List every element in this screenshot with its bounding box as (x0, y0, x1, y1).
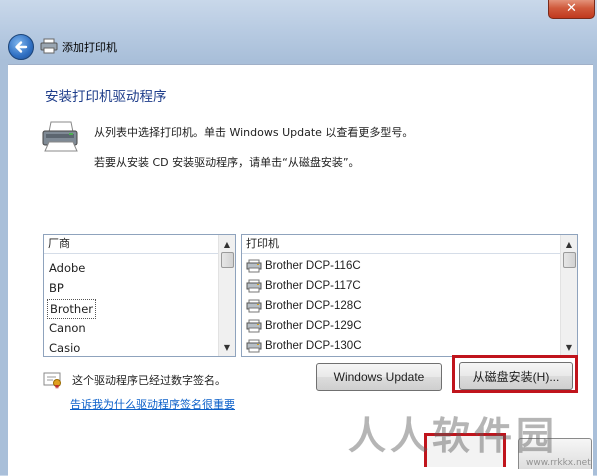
list-item[interactable]: Canon (49, 319, 86, 337)
watermark-url: www.rrkkx.net (526, 458, 591, 468)
list-item-label: Brother DCP-129C (265, 320, 362, 332)
printer-scrollbar[interactable]: ▲ ▼ (560, 235, 577, 356)
printer-icon (42, 121, 78, 152)
scroll-thumb[interactable] (563, 252, 576, 268)
list-item-label: Brother DCP-116C (265, 260, 361, 272)
printer-icon (246, 299, 262, 313)
wizard-page: 安装打印机驱动程序 从列表中选择打印机。单击 Windows Update 以查… (8, 64, 593, 476)
printer-icon (246, 319, 262, 333)
printer-icon (246, 259, 262, 273)
driver-signed-text: 这个驱动程序已经过数字签名。 (72, 374, 226, 387)
printer-list[interactable]: 打印机 Brother DCP-116C Brother DCP-117C Br… (241, 234, 578, 357)
scroll-up-icon[interactable]: ▲ (561, 236, 577, 252)
back-arrow-icon (15, 41, 28, 53)
list-item[interactable]: BP (49, 279, 64, 297)
printer-list-header: 打印机 (242, 235, 560, 254)
printer-icon (246, 339, 262, 353)
window-title: 添加打印机 (62, 41, 117, 54)
have-disk-button[interactable]: 从磁盘安装(H)... (459, 362, 573, 390)
back-button[interactable] (8, 34, 34, 60)
list-item-label: Brother DCP-130C (265, 340, 362, 352)
scroll-down-icon[interactable]: ▼ (561, 339, 577, 355)
list-item-selected[interactable]: Brother (47, 299, 97, 319)
list-item-label: Brother DCP-117C (265, 280, 361, 292)
close-button[interactable]: ✕ (548, 0, 595, 19)
page-title: 安装打印机驱动程序 (45, 89, 167, 105)
list-item[interactable]: Brother DCP-129C (246, 316, 362, 336)
manufacturer-scrollbar[interactable]: ▲ ▼ (218, 235, 235, 356)
list-item-label: Brother DCP-128C (265, 300, 362, 312)
list-item[interactable]: Brother DCP-130C (246, 336, 362, 356)
list-item[interactable]: Brother DCP-116C (246, 256, 361, 276)
manufacturer-list-header: 厂商 (44, 235, 218, 254)
navigation-bar: 添加打印机 (0, 24, 597, 64)
watermark-logo: 人人软件园 (348, 414, 559, 458)
scroll-down-icon[interactable]: ▼ (219, 339, 235, 355)
printer-icon (246, 279, 262, 293)
manufacturer-list[interactable]: 厂商 Adobe BP Brother Canon Casio ▲ ▼ (43, 234, 236, 357)
close-icon: ✕ (566, 0, 577, 16)
certificate-icon (43, 372, 61, 389)
scroll-thumb[interactable] (221, 252, 234, 268)
instruction-text-2: 若要从安装 CD 安装驱动程序，请单击“从磁盘安装”。 (94, 156, 360, 169)
printer-icon (40, 38, 58, 54)
list-item[interactable]: Brother DCP-128C (246, 296, 362, 316)
scroll-up-icon[interactable]: ▲ (219, 236, 235, 252)
instruction-text-1: 从列表中选择打印机。单击 Windows Update 以查看更多型号。 (94, 126, 414, 139)
driver-signing-link[interactable]: 告诉我为什么驱动程序签名很重要 (70, 396, 235, 412)
list-item[interactable]: Brother DCP-117C (246, 276, 361, 296)
list-item[interactable]: Casio (49, 339, 80, 356)
title-bar: ✕ (0, 0, 597, 20)
windows-update-button[interactable]: Windows Update (316, 363, 442, 391)
list-item[interactable]: Adobe (49, 259, 85, 277)
